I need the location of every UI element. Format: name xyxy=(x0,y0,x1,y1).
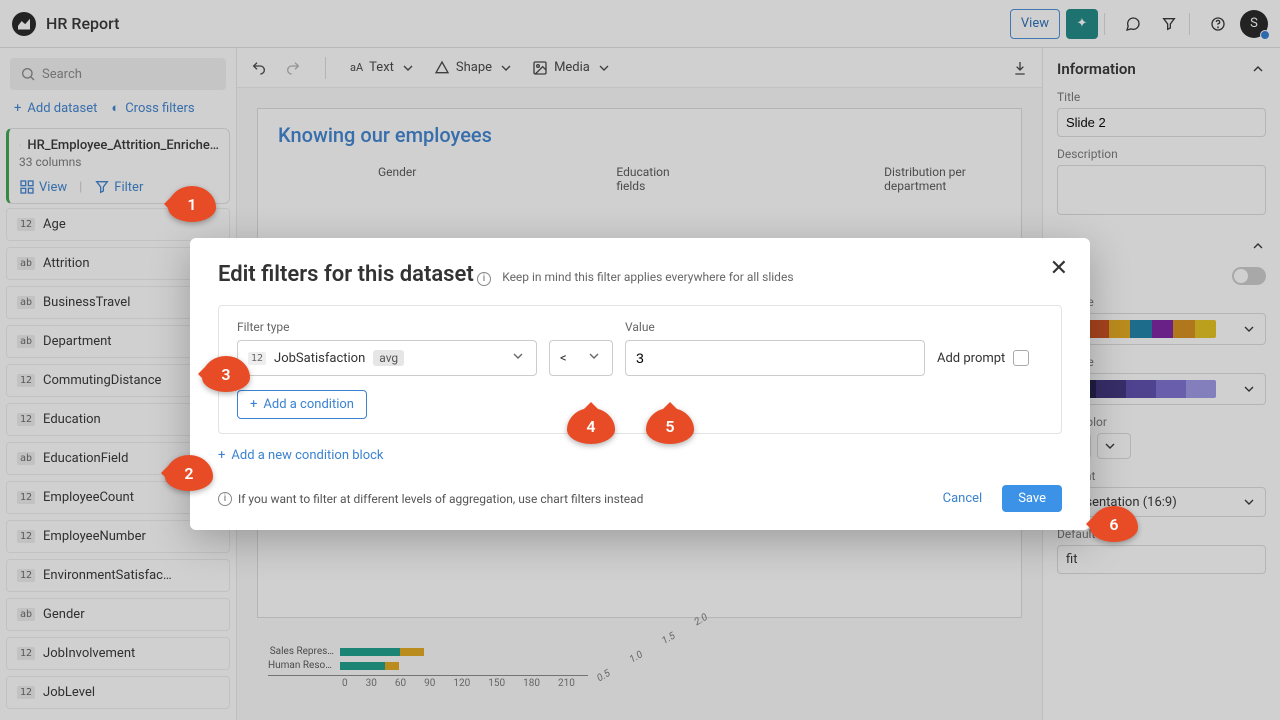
callout-3: 3 xyxy=(202,356,250,392)
modal-subtitle: Keep in mind this filter applies everywh… xyxy=(502,270,793,284)
modal-title: Edit filters for this dataset xyxy=(218,262,474,287)
add-prompt-label: Add prompt xyxy=(937,351,1005,366)
callout-5: 5 xyxy=(646,408,694,444)
save-button[interactable]: Save xyxy=(1002,485,1062,512)
info-icon: i xyxy=(218,492,232,506)
filter-block: Filter type 12 JobSatisfaction avg < Val… xyxy=(218,305,1062,434)
cancel-button[interactable]: Cancel xyxy=(929,485,997,512)
chevron-down-icon xyxy=(510,348,526,364)
filter-modal: Edit filters for this dataset i Keep in … xyxy=(190,238,1090,530)
callout-2: 2 xyxy=(165,455,213,491)
filter-type-select[interactable]: 12 JobSatisfaction avg xyxy=(237,340,537,376)
info-icon: i xyxy=(477,272,491,286)
operator-select[interactable]: < xyxy=(549,340,613,376)
value-input[interactable] xyxy=(625,340,925,376)
close-button[interactable]: ✕ xyxy=(1050,256,1068,281)
add-prompt-checkbox[interactable] xyxy=(1013,350,1029,366)
callout-4: 4 xyxy=(567,408,615,444)
chevron-down-icon xyxy=(586,348,602,364)
callout-1: 1 xyxy=(168,186,216,222)
add-condition-block-button[interactable]: +Add a new condition block xyxy=(218,448,384,463)
add-condition-button[interactable]: +Add a condition xyxy=(237,390,367,419)
callout-6: 6 xyxy=(1090,506,1138,542)
